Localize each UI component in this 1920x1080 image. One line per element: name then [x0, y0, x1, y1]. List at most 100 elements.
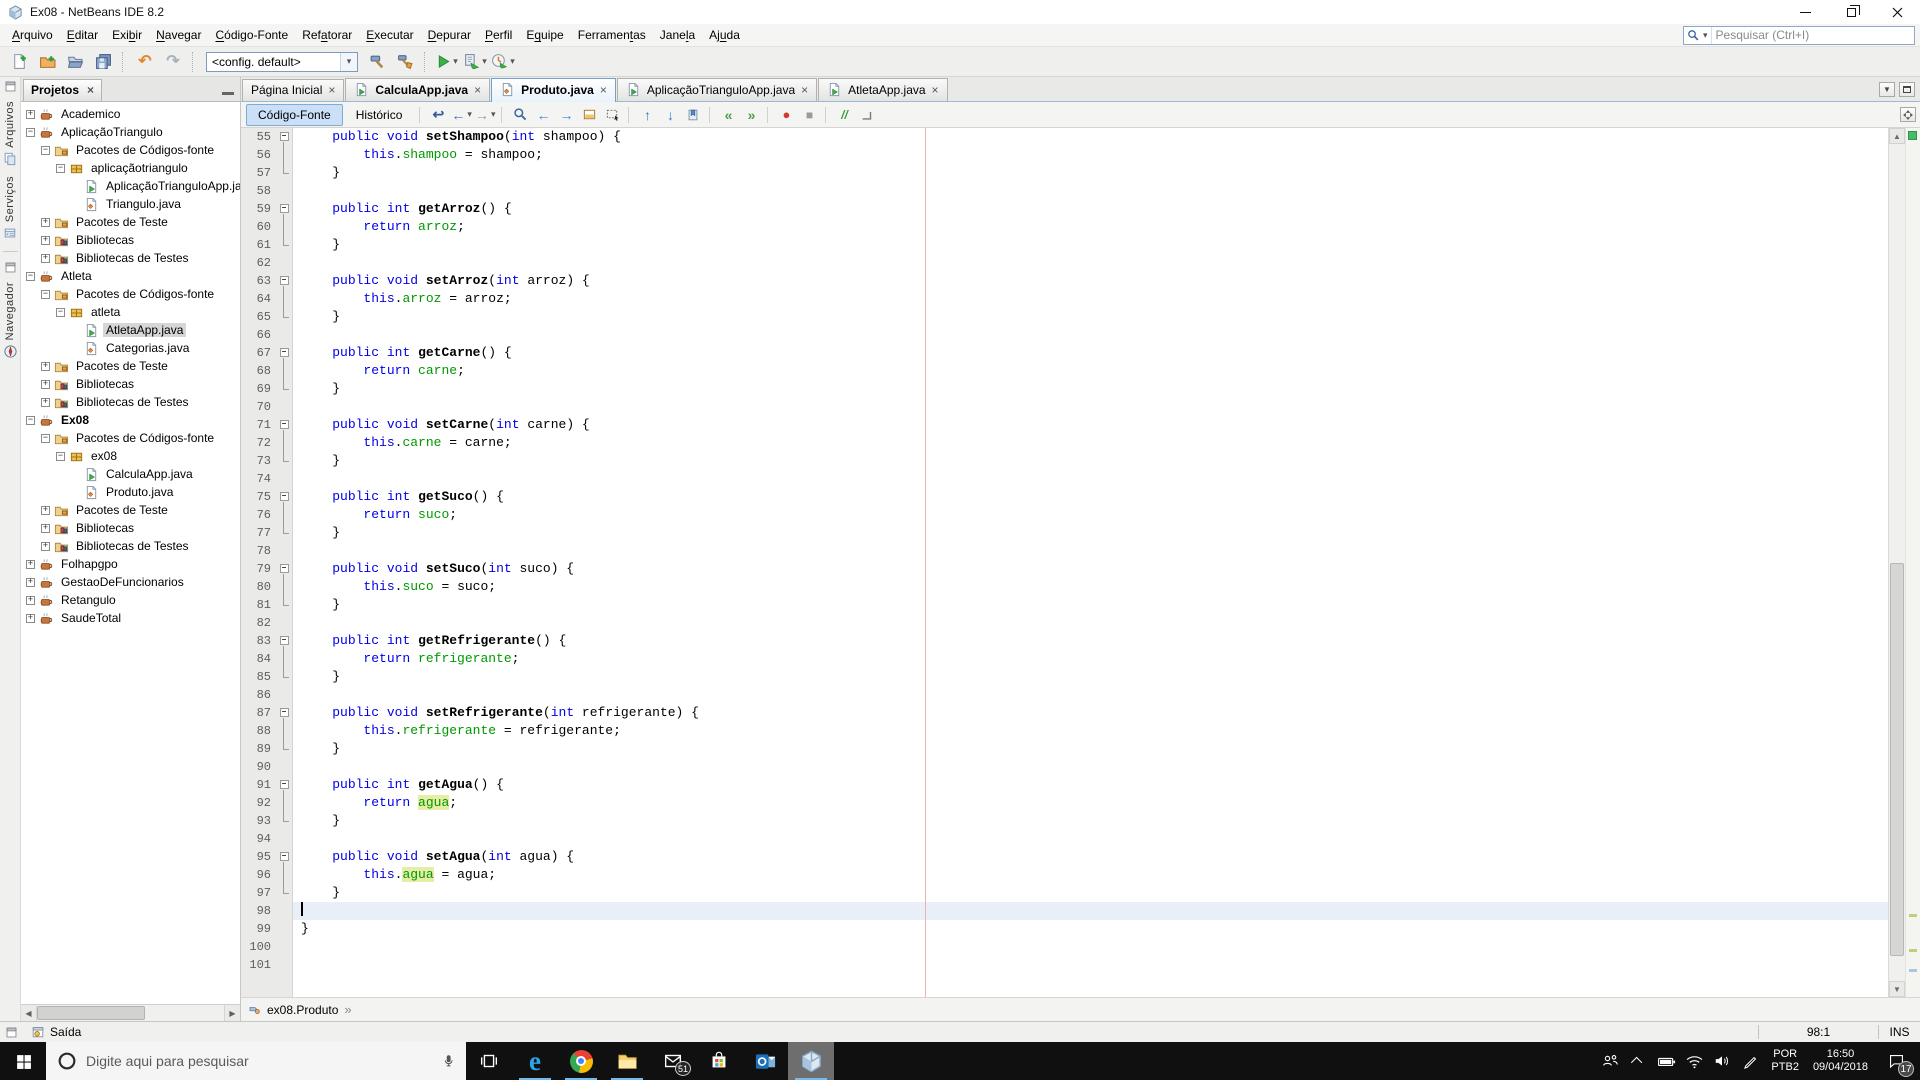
fold-marker[interactable]: [277, 560, 293, 578]
taskbar-app-outlook[interactable]: [742, 1042, 788, 1080]
fold-marker[interactable]: [277, 218, 293, 236]
view-hist-rico[interactable]: Histórico: [344, 104, 415, 126]
editor-forward-button[interactable]: → ▾: [474, 104, 497, 125]
toolbar-run-button[interactable]: ▾: [434, 49, 460, 75]
restore-button[interactable]: [1828, 0, 1874, 24]
fold-gutter[interactable]: [277, 542, 293, 560]
editor-toggle-bookmark-button[interactable]: [682, 104, 704, 125]
expand-icon[interactable]: +: [26, 559, 35, 569]
expand-icon[interactable]: +: [41, 235, 50, 245]
fold-marker[interactable]: [277, 884, 293, 902]
taskbar-search[interactable]: [46, 1042, 466, 1080]
tree-item-gestaodefuncionarios[interactable]: + GestaoDeFuncionarios: [21, 573, 240, 591]
toolbar-debug-button[interactable]: ▾: [462, 49, 488, 75]
tree-item-pacotes-de-c-digos-fonte[interactable]: − Pacotes de Códigos-fonte: [21, 285, 240, 303]
tree-item-ex08[interactable]: − Ex08: [21, 411, 240, 429]
close-icon[interactable]: ×: [474, 84, 481, 96]
editor-stop-macro-button[interactable]: ■: [798, 104, 820, 125]
editor-next-occ-button[interactable]: →: [555, 104, 577, 125]
expand-icon[interactable]: +: [41, 361, 50, 371]
toolbar-undo-button[interactable]: ↶: [132, 49, 158, 75]
caret-line-mark[interactable]: [1909, 969, 1917, 973]
fold-gutter[interactable]: [277, 938, 293, 956]
scroll-down-icon[interactable]: ▼: [1889, 981, 1905, 997]
quick-search-input[interactable]: [1711, 28, 1914, 42]
editor-last-edit-button[interactable]: ↩: [427, 104, 449, 125]
menu-refatorar[interactable]: Refatorar: [295, 25, 359, 45]
toolbar-clean-build-button[interactable]: [392, 49, 418, 75]
occurrence-mark[interactable]: [1909, 949, 1917, 953]
fold-gutter[interactable]: [277, 902, 293, 920]
fold-marker[interactable]: [277, 506, 293, 524]
tree-item-triangulo-java[interactable]: Triangulo.java: [21, 195, 240, 213]
fold-gutter[interactable]: [277, 182, 293, 200]
collapse-icon[interactable]: −: [56, 163, 65, 173]
fold-gutter[interactable]: [277, 326, 293, 344]
fold-marker[interactable]: [277, 128, 293, 146]
fold-marker[interactable]: [277, 452, 293, 470]
fold-marker[interactable]: [277, 164, 293, 182]
fold-gutter[interactable]: [277, 830, 293, 848]
taskbar-app-netbeans[interactable]: [788, 1042, 834, 1080]
tree-item-bibliotecas-de-testes[interactable]: + Bibliotecas de Testes: [21, 249, 240, 267]
sidebar-item-navegador[interactable]: Navegador: [3, 280, 18, 361]
microphone-icon[interactable]: [441, 1052, 456, 1070]
fold-gutter[interactable]: [277, 398, 293, 416]
tree-item-categorias-java[interactable]: Categorias.java: [21, 339, 240, 357]
dock-group-icon[interactable]: [4, 80, 17, 93]
occurrence-mark[interactable]: [1909, 914, 1917, 918]
expand-icon[interactable]: +: [41, 379, 50, 389]
editor-prev-occ-button[interactable]: ←: [532, 104, 554, 125]
chevron-up-icon[interactable]: [1625, 1042, 1651, 1080]
tree-item-aplica-otriangulo[interactable]: − aplicaçãotriangulo: [21, 159, 240, 177]
editor-tab-atletaapp-java[interactable]: AtletaApp.java ×: [818, 78, 948, 101]
expand-icon[interactable]: +: [26, 595, 35, 605]
tree-item-retangulo[interactable]: + Retangulo: [21, 591, 240, 609]
speaker-icon[interactable]: [1709, 1042, 1735, 1080]
tree-item-bibliotecas[interactable]: + Bibliotecas: [21, 231, 240, 249]
taskbar-app-chrome[interactable]: [558, 1042, 604, 1080]
collapse-icon[interactable]: −: [56, 451, 65, 461]
close-icon[interactable]: ×: [328, 84, 335, 96]
tree-item-academico[interactable]: + Academico: [21, 105, 240, 123]
search-scope-dropdown-icon[interactable]: ▾: [1703, 30, 1708, 41]
editor-vscrollbar[interactable]: ▲ ▼: [1888, 128, 1905, 997]
close-icon[interactable]: ×: [932, 84, 939, 96]
taskbar-app-store[interactable]: [696, 1042, 742, 1080]
menu-depurar[interactable]: Depurar: [421, 25, 478, 45]
sidebar-item-arquivos[interactable]: Arquivos: [3, 99, 17, 168]
toolbar-open-project-button[interactable]: [62, 49, 88, 75]
taskbar-app-mail[interactable]: 51: [650, 1042, 696, 1080]
tree-item-folhapgpo[interactable]: + Folhapgpo: [21, 555, 240, 573]
taskbar-search-input[interactable]: [86, 1053, 433, 1069]
taskbar-app-explorer[interactable]: [604, 1042, 650, 1080]
tree-item-atleta[interactable]: − atleta: [21, 303, 240, 321]
scroll-left-icon[interactable]: ◀: [21, 1005, 37, 1021]
fold-marker[interactable]: [277, 524, 293, 542]
expand-icon[interactable]: +: [26, 577, 35, 587]
tree-item-pacotes-de-teste[interactable]: + Pacotes de Teste: [21, 501, 240, 519]
tree-item-pacotes-de-teste[interactable]: + Pacotes de Teste: [21, 213, 240, 231]
fold-marker[interactable]: [277, 704, 293, 722]
fold-marker[interactable]: [277, 362, 293, 380]
toolbar-profile-button[interactable]: ▾: [490, 49, 516, 75]
close-button[interactable]: [1874, 0, 1920, 24]
editor-tab-produto-java[interactable]: Produto.java ×: [491, 78, 616, 102]
fold-marker[interactable]: [277, 380, 293, 398]
toolbar-new-file-button[interactable]: [6, 49, 32, 75]
menu-editar[interactable]: Editar: [60, 25, 105, 45]
editor-rect-select-button[interactable]: [601, 104, 623, 125]
editor-back-button[interactable]: ← ▾: [450, 104, 473, 125]
menu-navegar[interactable]: Navegar: [149, 25, 208, 45]
editor-shift-left-button[interactable]: «: [717, 104, 739, 125]
fold-marker[interactable]: [277, 290, 293, 308]
scroll-up-icon[interactable]: ▲: [1889, 128, 1905, 144]
fold-marker[interactable]: [277, 146, 293, 164]
menu-exibir[interactable]: Exibir: [105, 25, 149, 45]
collapse-icon[interactable]: −: [56, 307, 65, 317]
fold-gutter[interactable]: [277, 254, 293, 272]
toolbar-save-all-button[interactable]: [90, 49, 116, 75]
expand-icon[interactable]: +: [41, 217, 50, 227]
breadcrumb-path[interactable]: ex08.Produto: [267, 1003, 338, 1017]
fold-marker[interactable]: [277, 272, 293, 290]
